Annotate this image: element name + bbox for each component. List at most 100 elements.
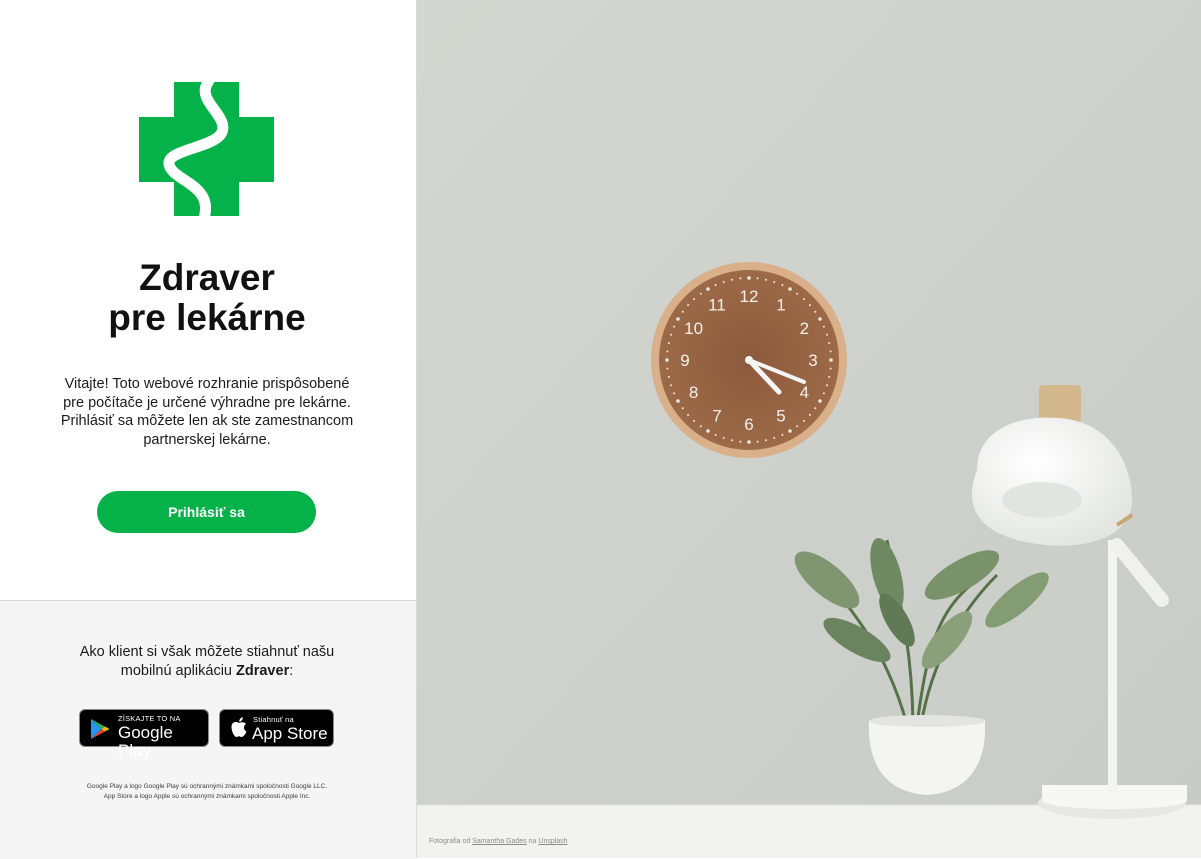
clock-tick [693,419,696,422]
login-button[interactable]: Prihlásiť sa [97,491,316,533]
clock-tick [722,281,725,283]
google-play-small-text: ZÍSKAJTE TO NA [118,714,181,723]
clock-tick [747,276,751,280]
clock-tick [666,367,669,370]
clock-tick [681,310,684,313]
clock-number: 3 [808,351,817,370]
clock-tick [788,287,792,291]
clock-tick [667,376,670,378]
welcome-text: Vitajte! Toto webové rozhranie prispôsob… [60,376,354,448]
legal-notice: Google Play a logo Google Play sú ochran… [58,782,356,801]
clock-tick [822,392,825,395]
page-title: Zdraver pre lekárne [0,258,414,338]
photographer-link[interactable]: Samantha Gades [472,838,526,845]
clock-tick [756,440,759,443]
clock-tick [667,342,670,344]
clock-tick [665,358,669,362]
clock-tick [818,399,822,403]
clock-tick [722,437,725,439]
clock-tick [796,292,799,295]
photo-credit: Fotografia od Samantha Gades na Unsplash [429,838,568,845]
google-play-icon [91,719,110,739]
clock-tick [756,277,759,280]
clock-tick [781,433,784,436]
clock-tick [670,384,672,387]
photo-illustration: 12 12 3 45 6 789 10 11 [417,0,1201,858]
clock-tick [731,278,733,281]
clock-tick [829,350,832,353]
clock-tick [676,317,680,321]
clock-tick [796,425,799,428]
clock-number: 7 [712,406,721,425]
clock-tick [808,413,811,416]
clock-tick [706,287,710,291]
clock-tick [829,367,832,370]
title-line-1: Zdraver [139,257,275,298]
clock-tick [781,284,784,287]
clock-tick [826,333,828,336]
client-text-before: Ako klient si však môžete stiahnuť našu … [79,644,335,679]
clock-tick [765,278,767,281]
welcome-section: Zdraver pre lekárne Vitajte! Toto webové… [0,0,416,600]
clock-tick [828,376,831,378]
credit-prefix: Fotografia od [429,838,471,845]
app-store-badge[interactable]: Stiahnuť na App Store [219,709,334,747]
clock-tick [681,407,684,410]
clock-tick [814,310,817,313]
legal-line-2: App Store a logo Apple sú ochrannými zná… [103,792,311,800]
clock-tick [731,439,733,442]
clock-tick [687,304,690,307]
clock-number: 6 [744,415,753,434]
clock-tick [826,384,828,387]
clock-tick [814,407,817,410]
clock-tick [822,325,825,328]
clock-tick [828,342,831,344]
clock-tick [714,284,717,287]
clock-tick [739,277,742,280]
app-store-small-text: Stiahnuť na [253,715,294,724]
google-play-badge[interactable]: ZÍSKAJTE TO NA Google Play [79,709,209,760]
clock-tick [829,358,833,362]
client-text: Ako klient si však môžete stiahnuť našu … [60,643,354,680]
clock-tick [714,433,717,436]
unsplash-link[interactable]: Unsplash [538,838,567,845]
clock-tick [802,298,805,301]
client-text-after: : [289,662,294,679]
clock-number: 5 [776,406,785,425]
clock-number: 2 [800,319,809,338]
clock-tick [699,425,702,428]
clock-number: 1 [776,296,785,315]
background-photo: 12 1 2 3 4 5 6 7 8 9 10 11 [417,0,1201,858]
clock-number: 4 [800,383,809,402]
credit-middle: na [528,838,537,845]
clock-tick [673,325,676,328]
clock-number: 11 [708,296,726,315]
apple-icon [231,717,247,737]
clock-tick [670,333,672,336]
clock-number: 9 [680,351,689,370]
google-play-big-text: Google Play [118,723,173,760]
app-store-big-text: App Store [252,724,328,743]
clock-number: 8 [689,383,698,402]
clock-tick [706,429,710,433]
clock-tick [699,292,702,295]
legal-line-1: Google Play a logo Google Play sú ochran… [86,783,328,790]
clock-tick [673,392,676,395]
clock-tick [676,399,680,403]
clock-tick [765,439,767,442]
clock-tick [739,440,742,443]
clock-tick [773,281,776,283]
clock-tick [788,429,792,433]
clock-tick [666,350,669,353]
clock-tick [687,413,690,416]
clock-number: 12 [740,287,759,306]
clock-tick [773,437,776,439]
clock-tick [818,317,822,321]
left-panel: Zdraver pre lekárne Vitajte! Toto webové… [0,0,417,859]
clock-tick [693,298,696,301]
app-name: Zdraver [236,662,290,679]
clock-number: 10 [684,319,703,338]
title-line-2: pre lekárne [108,297,306,338]
wall-clock: 12 12 3 45 6 789 10 11 [651,262,847,458]
clock-tick [747,440,751,444]
